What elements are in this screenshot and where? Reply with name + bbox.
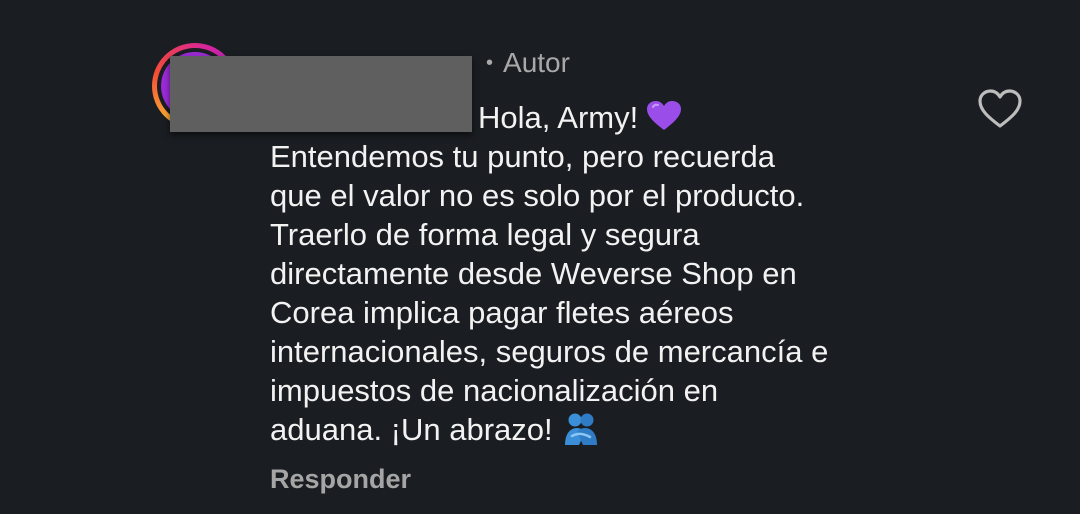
comment-header: • Autor xyxy=(486,45,570,81)
purple-heart-icon xyxy=(647,101,682,130)
greeting-text: Hola, Army! xyxy=(478,100,639,135)
comment-line: aduana. ¡Un abrazo! xyxy=(270,410,970,449)
like-heart-icon[interactable] xyxy=(977,88,1023,130)
comment-line: Hola, Army! xyxy=(270,98,970,137)
comment-line: impuestos de nacionalización en xyxy=(270,373,719,408)
comment-line: Traerlo de forma legal y segura xyxy=(270,217,700,252)
comment-line: directamente desde Weverse Shop en xyxy=(270,256,797,291)
comment-item: • Autor Hola, Army! Entendemos tu punto,… xyxy=(0,0,1080,514)
people-hugging-icon xyxy=(564,413,597,445)
reply-button[interactable]: Responder xyxy=(270,464,411,495)
comment-line: Entendemos tu punto, pero recuerda xyxy=(270,139,775,174)
comment-line: Corea implica pagar fletes aéreos xyxy=(270,295,734,330)
comment-line: internacionales, seguros de mercancía e xyxy=(270,334,829,369)
author-badge: Autor xyxy=(503,47,570,78)
comment-line: que el valor no es solo por el producto. xyxy=(270,178,805,213)
separator-dot: • xyxy=(486,51,494,74)
comment-body: Hola, Army! Entendemos tu punto, pero re… xyxy=(270,98,970,449)
closing-text: aduana. ¡Un abrazo! xyxy=(270,412,553,447)
